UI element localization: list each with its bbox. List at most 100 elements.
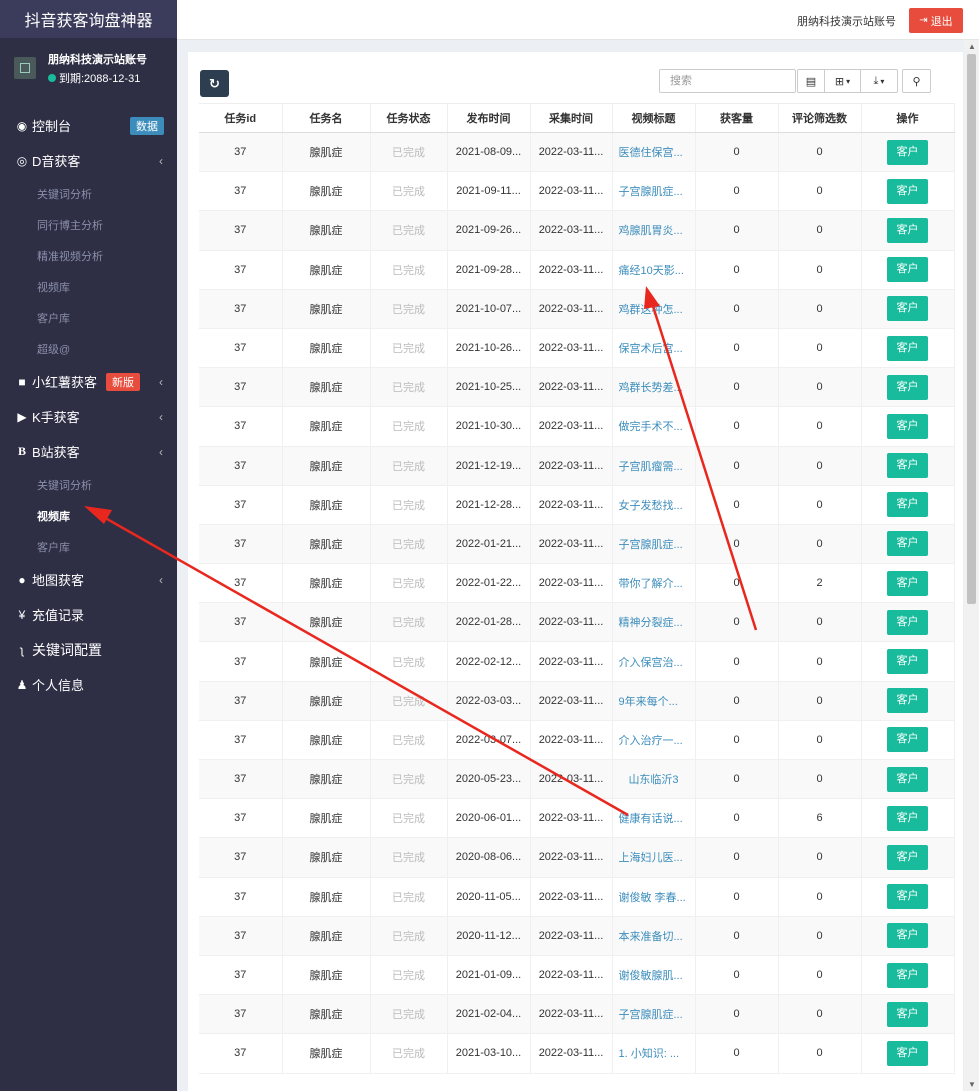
refresh-button[interactable]: ↻ <box>200 70 229 97</box>
cell-video-title[interactable]: 上海妇儿医... <box>612 837 696 878</box>
col-collect-time[interactable]: 采集时间 <box>530 103 613 133</box>
col-task-name[interactable]: 任务名 <box>282 103 371 133</box>
sidebar-item-keyword-config[interactable]: ʅ 关键词配置 <box>0 632 177 667</box>
cell-video-title[interactable]: 痛经10天影... <box>612 250 696 290</box>
customer-button[interactable]: 客户 <box>887 531 928 557</box>
cell-video-title[interactable]: 子宫腺肌症... <box>612 994 696 1035</box>
eye-icon: ◎ <box>16 153 28 168</box>
cell-video-title[interactable]: 鸡群长势差... <box>612 367 696 408</box>
customer-button[interactable]: 客户 <box>887 139 928 165</box>
sidebar-subitem-super-at[interactable]: 超级@ <box>0 333 177 364</box>
sidebar-item-dashboard[interactable]: ◉ 控制台 数据 <box>0 108 177 143</box>
sidebar-subitem-bili-keyword[interactable]: 关键词分析 <box>0 469 177 500</box>
sidebar-item-kuaishou[interactable]: ▶ K手获客 ‹ <box>0 399 177 434</box>
sidebar-item-profile[interactable]: ♟ 个人信息 <box>0 667 177 702</box>
search-input[interactable] <box>659 69 796 93</box>
cell-video-title[interactable]: 带你了解介... <box>612 563 696 604</box>
cell-video-title[interactable]: 9年来每个... <box>612 681 696 721</box>
cell-video-title[interactable]: 保宫术后宫... <box>612 328 696 369</box>
col-task-status[interactable]: 任务状态 <box>370 103 448 133</box>
customer-button[interactable]: 客户 <box>887 570 928 596</box>
cell-video-title[interactable]: 子宫腺肌症... <box>612 524 696 565</box>
customer-button[interactable]: 客户 <box>887 1040 928 1066</box>
customer-button[interactable]: 客户 <box>887 492 928 518</box>
cell-video-title[interactable]: 子宫肌瘤需... <box>612 446 696 486</box>
cell-video-title[interactable]: 子宫腺肌症... <box>612 171 696 212</box>
sidebar-item-recharge[interactable]: ¥ 充值记录 <box>0 597 177 632</box>
customer-button[interactable]: 客户 <box>887 257 928 283</box>
cell-video-title[interactable]: 介入保宫治... <box>612 641 696 682</box>
customer-button[interactable]: 客户 <box>887 217 928 243</box>
chevron-left-icon: ‹ <box>159 153 163 168</box>
cell-video-title[interactable]: 女子发愁找... <box>612 485 696 525</box>
customer-button[interactable]: 客户 <box>887 766 928 792</box>
customer-button[interactable]: 客户 <box>887 962 928 988</box>
customer-button[interactable]: 客户 <box>887 805 928 831</box>
export-button[interactable]: ⤓ ▾ <box>860 69 898 93</box>
sidebar-item-bilibili[interactable]: B B站获客 ‹ <box>0 434 177 469</box>
customer-button[interactable]: 客户 <box>887 1001 928 1027</box>
col-customer-count[interactable]: 获客量 <box>695 103 779 133</box>
customer-button[interactable]: 客户 <box>887 453 928 479</box>
col-task-id[interactable]: 任务id <box>199 103 283 133</box>
sidebar-item-map[interactable]: ● 地图获客 ‹ <box>0 562 177 597</box>
page-scrollbar[interactable]: ▲ ▼ <box>964 40 979 1091</box>
cell-video-title[interactable]: 谢俊敏 李春... <box>612 877 696 917</box>
sidebar-subitem-bili-customer-library[interactable]: 客户库 <box>0 531 177 562</box>
cell-task-name: 腺肌症 <box>282 171 371 212</box>
customer-button[interactable]: 客户 <box>887 609 928 635</box>
scroll-up-icon[interactable]: ▲ <box>968 42 976 51</box>
cell-video-title[interactable]: 医德住保宫... <box>612 132 696 173</box>
customer-button[interactable]: 客户 <box>887 727 928 753</box>
cell-actions: 客户 <box>861 798 955 839</box>
customer-button[interactable]: 客户 <box>887 335 928 361</box>
cell-video-title[interactable]: 精神分裂症... <box>612 602 696 643</box>
cell-video-title[interactable]: 山东临沂3 <box>612 759 696 800</box>
cell-comment-filter: 0 <box>778 877 862 917</box>
customer-button[interactable]: 客户 <box>887 296 928 322</box>
customer-button[interactable]: 客户 <box>887 688 928 714</box>
search-button[interactable]: ⚲ <box>902 69 931 93</box>
cell-video-title[interactable]: 谢俊敏腺肌... <box>612 955 696 996</box>
cell-video-title[interactable]: 健康有话说... <box>612 798 696 839</box>
col-publish-time[interactable]: 发布时间 <box>447 103 531 133</box>
app-title[interactable]: 抖音获客询盘神器 <box>0 0 177 38</box>
sidebar-subitem-video-library[interactable]: 视频库 <box>0 271 177 302</box>
cell-customer-count: 0 <box>695 524 779 565</box>
customer-button[interactable]: 客户 <box>887 649 928 675</box>
cell-video-title[interactable]: 做完手术不... <box>612 406 696 447</box>
cell-publish-time: 2022-02-12... <box>447 641 531 682</box>
table-row: 37 腺肌症 已完成 2021-09-28... 2022-03-11... 痛经10天影… <box>199 250 955 290</box>
cell-video-title[interactable]: 介入治疗一... <box>612 720 696 761</box>
cell-task-name: 腺肌症 <box>282 759 371 800</box>
sidebar-item-douyin[interactable]: ◎ D音获客 ‹ <box>0 143 177 178</box>
sidebar-subitem-peer-blogger[interactable]: 同行博主分析 <box>0 209 177 240</box>
customer-button[interactable]: 客户 <box>887 923 928 949</box>
sidebar-item-xiaohongshu[interactable]: ■ 小红薯获客 新版 ‹ <box>0 364 177 399</box>
logout-button[interactable]: ⇥ 退出 <box>909 8 963 33</box>
sidebar-subitem-bili-video-library[interactable]: 视频库 <box>0 500 177 531</box>
columns-button[interactable]: ⊞ ▾ <box>824 69 861 93</box>
customer-button[interactable]: 客户 <box>887 374 928 400</box>
customer-button[interactable]: 客户 <box>887 884 928 910</box>
table-row: 37 腺肌症 已完成 2022-03-03... 2022-03-11... 9年来每个.… <box>199 681 955 721</box>
customer-button[interactable]: 客户 <box>887 178 928 204</box>
sidebar-subitem-customer-library[interactable]: 客户库 <box>0 302 177 333</box>
cell-task-status: 已完成 <box>370 171 448 212</box>
sidebar-subitem-precise-video[interactable]: 精准视频分析 <box>0 240 177 271</box>
col-comment-filter[interactable]: 评论筛选数 <box>778 103 862 133</box>
cell-task-status: 已完成 <box>370 1033 448 1074</box>
scroll-down-icon[interactable]: ▼ <box>968 1080 976 1089</box>
customer-button[interactable]: 客户 <box>887 844 928 870</box>
col-video-title[interactable]: 视频标题 <box>612 103 696 133</box>
scrollbar-thumb[interactable] <box>967 54 976 604</box>
cell-video-title[interactable]: 鸡腺肌胃炎... <box>612 210 696 251</box>
cell-video-title[interactable]: 鸡群这种怎... <box>612 289 696 329</box>
cell-video-title[interactable]: 本来准备切... <box>612 916 696 956</box>
bold-b-icon: B <box>17 444 26 458</box>
customer-button[interactable]: 客户 <box>887 413 928 439</box>
sidebar-subitem-keyword-analysis[interactable]: 关键词分析 <box>0 178 177 209</box>
top-header: 朋纳科技演示站账号 ⇥ 退出 <box>177 0 979 40</box>
cell-video-title[interactable]: 1. 小知识: ... <box>612 1033 696 1074</box>
toggle-view-button[interactable]: ▤ <box>797 69 825 93</box>
